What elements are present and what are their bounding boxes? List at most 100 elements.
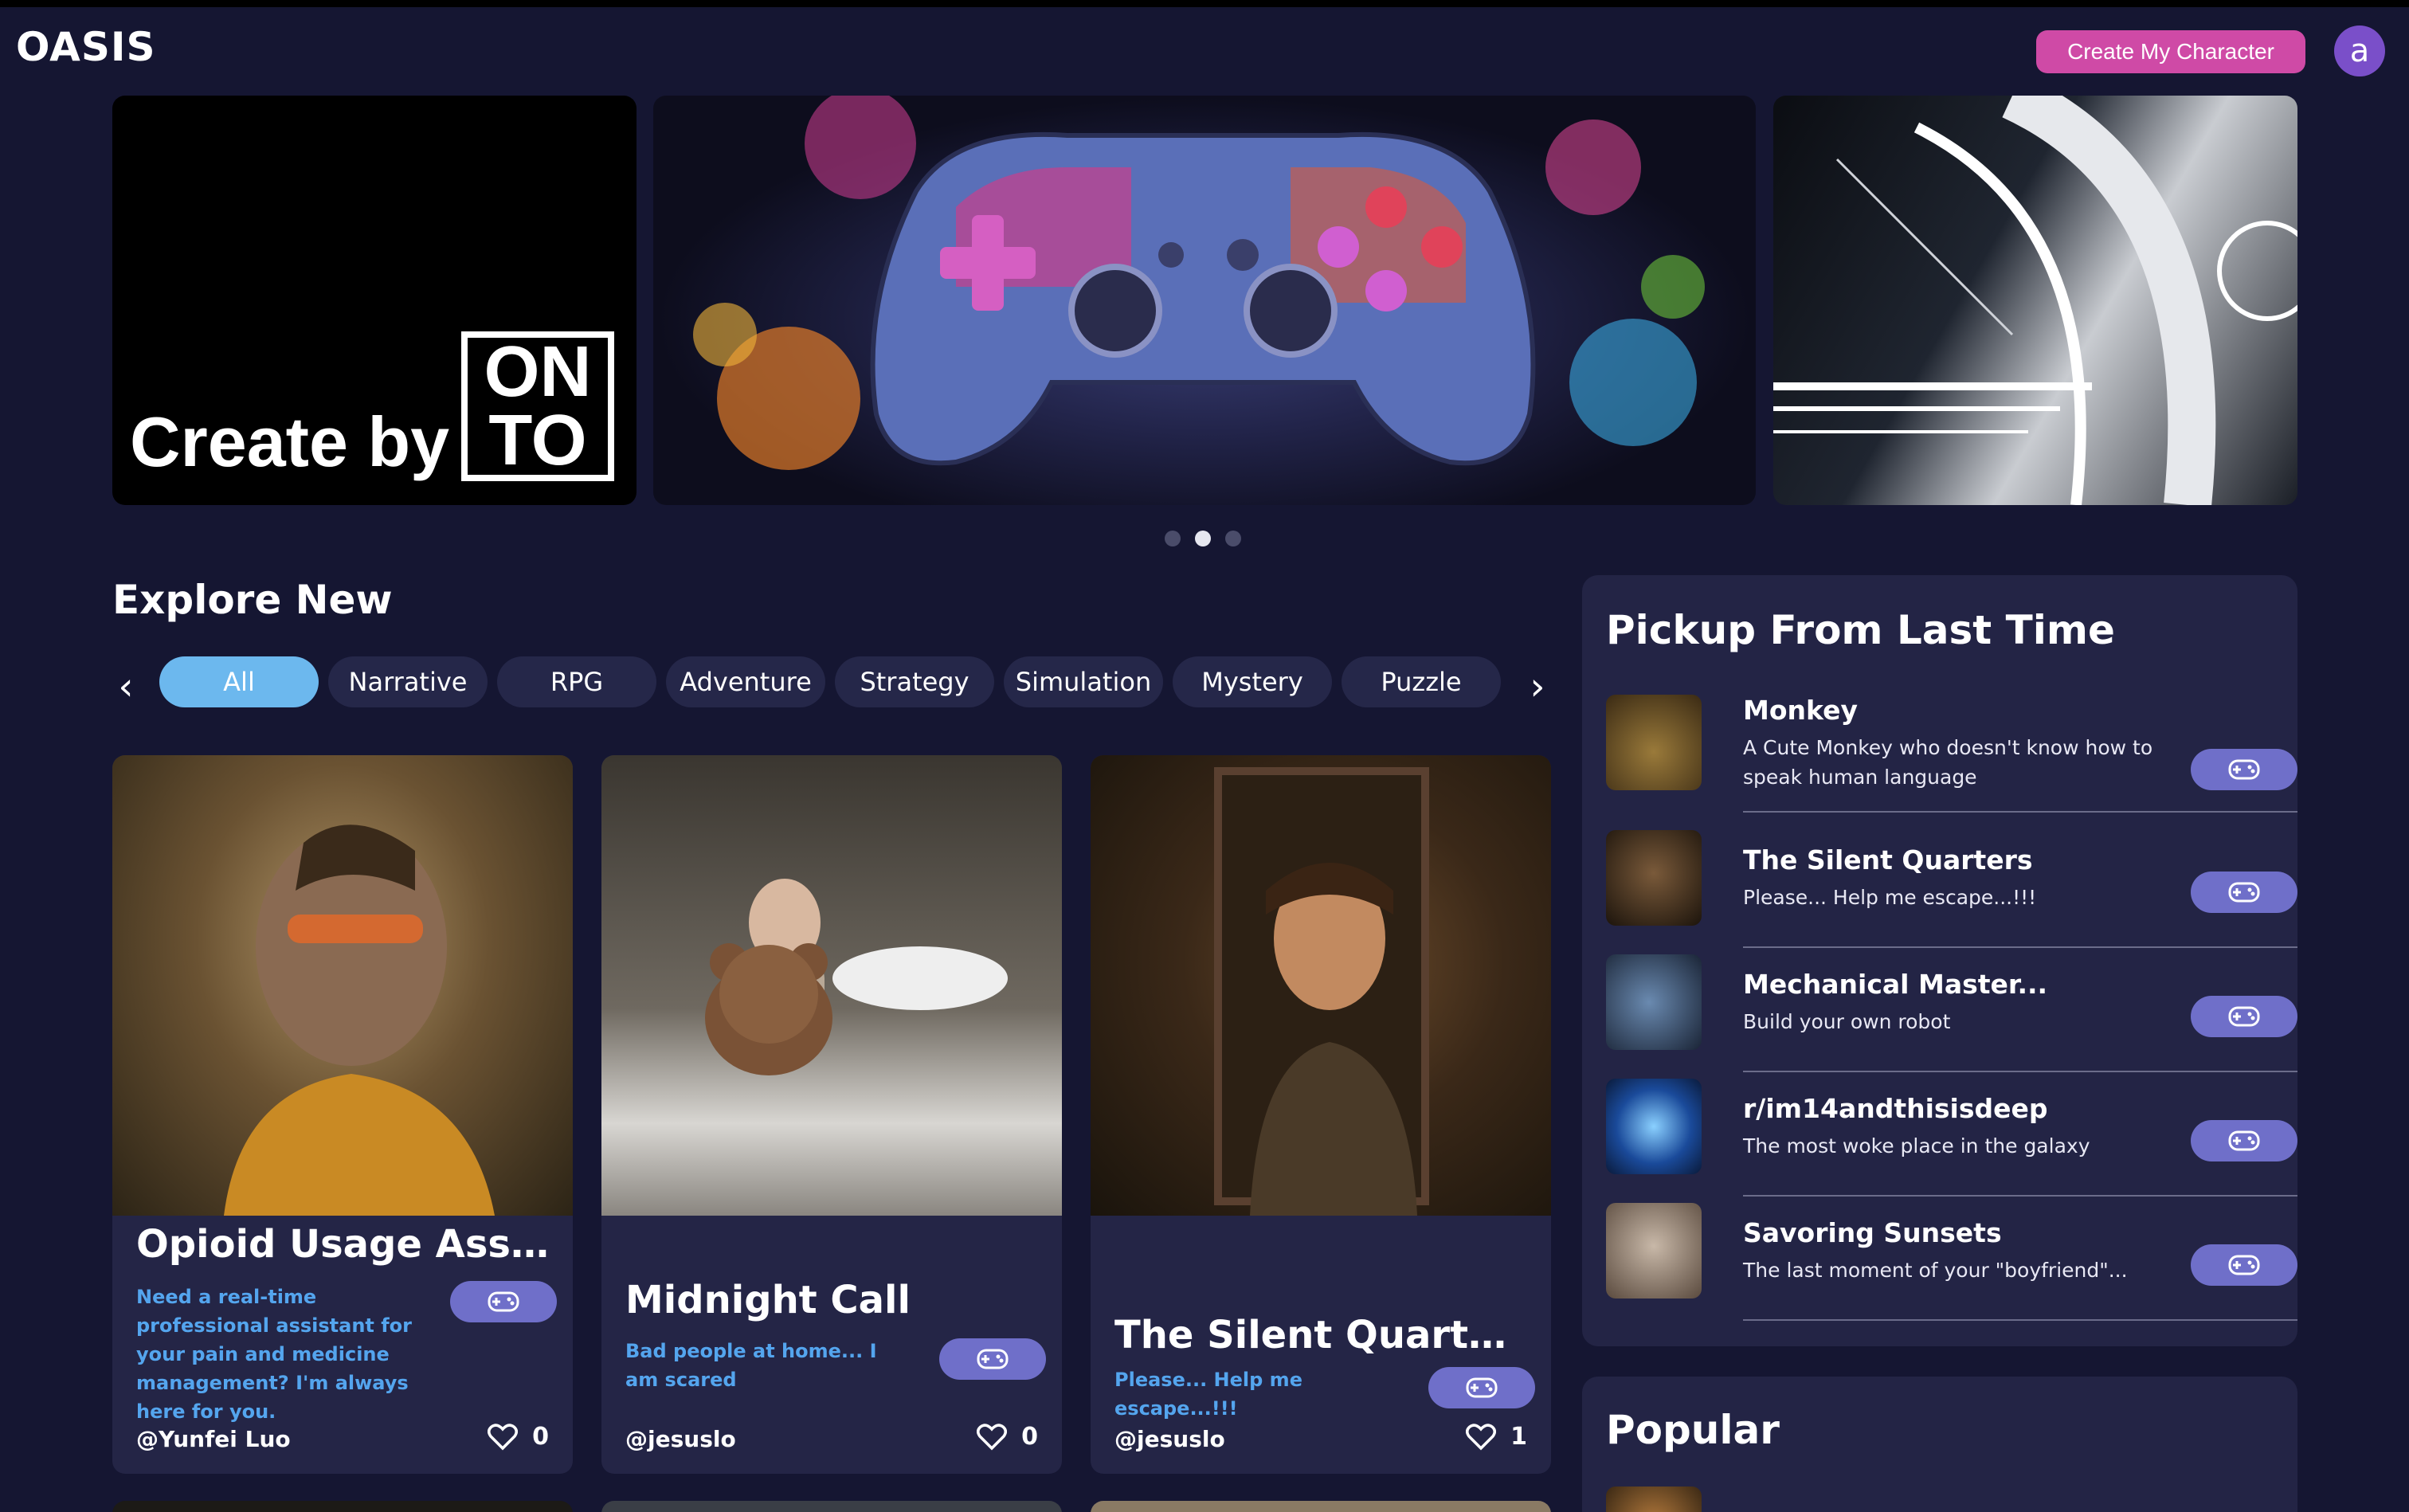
card-author[interactable]: @jesuslo bbox=[1114, 1426, 1225, 1452]
pickup-item-description: Build your own robot bbox=[1743, 1010, 1951, 1033]
divider bbox=[1743, 1195, 2297, 1197]
like-count: 0 bbox=[532, 1423, 549, 1451]
play-button[interactable] bbox=[2191, 749, 2297, 790]
pickup-item[interactable]: r/im14andthisisdeep The most woke place … bbox=[1606, 1079, 2297, 1197]
pickup-title: Pickup From Last Time bbox=[1606, 607, 2115, 653]
like-count: 0 bbox=[1021, 1423, 1038, 1451]
banner-game-controller[interactable] bbox=[653, 96, 1756, 505]
like-button[interactable]: 0 bbox=[488, 1423, 549, 1451]
pickup-item-description: A Cute Monkey who doesn't know how to sp… bbox=[1743, 736, 2153, 789]
top-border bbox=[0, 0, 2409, 7]
card-title: The Silent Quarters bbox=[1114, 1313, 1529, 1357]
gamepad-icon bbox=[977, 1349, 1009, 1369]
heart-icon bbox=[1466, 1423, 1497, 1450]
card-image bbox=[1091, 755, 1551, 1216]
game-card[interactable] bbox=[112, 1501, 573, 1512]
divider bbox=[1743, 946, 2297, 948]
pickup-item-description: The last moment of your "boyfriend"... bbox=[1743, 1259, 2128, 1282]
popular-thumbnail[interactable] bbox=[1606, 1487, 1702, 1512]
pickup-item-description: Please... Help me escape...!!! bbox=[1743, 886, 2037, 909]
pickup-thumbnail bbox=[1606, 1203, 1702, 1299]
create-character-button[interactable]: Create My Character bbox=[2036, 30, 2305, 73]
category-chips: All Narrative RPG Adventure Strategy Sim… bbox=[159, 656, 1501, 707]
heart-icon bbox=[488, 1423, 519, 1450]
play-button[interactable] bbox=[2191, 872, 2297, 913]
pickup-thumbnail bbox=[1606, 830, 1702, 926]
pickup-item[interactable]: Mechanical Master... Build your own robo… bbox=[1606, 954, 2297, 1072]
pickup-item-title: Savoring Sunsets bbox=[1743, 1217, 2002, 1248]
gamepad-icon bbox=[2228, 882, 2260, 903]
gamepad-icon bbox=[488, 1291, 519, 1312]
pickup-panel: Pickup From Last Time Monkey A Cute Monk… bbox=[1582, 575, 2297, 1346]
app-logo[interactable]: OASIS bbox=[16, 24, 155, 70]
play-button[interactable] bbox=[939, 1338, 1046, 1380]
divider bbox=[1743, 1319, 2297, 1321]
chip-narrative[interactable]: Narrative bbox=[328, 656, 488, 707]
chip-simulation[interactable]: Simulation bbox=[1004, 656, 1163, 707]
card-description: Bad people at home... I am scared bbox=[625, 1340, 877, 1391]
banner-create-by-onto[interactable]: Create by ON TO bbox=[112, 96, 637, 505]
pickup-item[interactable]: Monkey A Cute Monkey who doesn't know ho… bbox=[1606, 695, 2297, 813]
gamepad-icon bbox=[2228, 1130, 2260, 1151]
banner-abstract[interactable] bbox=[1773, 96, 2297, 505]
pickup-thumbnail bbox=[1606, 695, 1702, 790]
gamepad-icon bbox=[1466, 1377, 1498, 1398]
game-card[interactable]: The Silent Quarters Please... Help me es… bbox=[1091, 755, 1551, 1474]
gamepad-icon bbox=[2228, 759, 2260, 780]
like-button[interactable]: 0 bbox=[977, 1423, 1038, 1451]
carousel-dot[interactable] bbox=[1225, 531, 1241, 546]
onto-logo: ON TO bbox=[461, 331, 614, 481]
pickup-item-description: The most woke place in the galaxy bbox=[1743, 1134, 2090, 1158]
play-button[interactable] bbox=[2191, 996, 2297, 1037]
card-author[interactable]: @jesuslo bbox=[625, 1426, 736, 1452]
gamepad-icon bbox=[2228, 1255, 2260, 1275]
carousel-dot[interactable] bbox=[1165, 531, 1181, 546]
abstract-illustration bbox=[1773, 96, 2297, 505]
carousel-dots bbox=[1165, 531, 1241, 546]
play-button[interactable] bbox=[2191, 1244, 2297, 1286]
like-count: 1 bbox=[1510, 1423, 1527, 1451]
game-card[interactable] bbox=[1091, 1501, 1551, 1512]
pickup-item-title: The Silent Quarters bbox=[1743, 844, 2033, 875]
chip-all[interactable]: All bbox=[159, 656, 319, 707]
card-image bbox=[112, 755, 573, 1216]
gamepad-illustration bbox=[693, 96, 1705, 470]
card-description: Please... Help me escape...!!! bbox=[1114, 1369, 1302, 1420]
chip-mystery[interactable]: Mystery bbox=[1173, 656, 1332, 707]
card-title: Opioid Usage Assist... bbox=[136, 1222, 550, 1267]
heart-icon bbox=[977, 1423, 1008, 1450]
chip-rpg[interactable]: RPG bbox=[497, 656, 656, 707]
card-author[interactable]: @Yunfei Luo bbox=[136, 1426, 291, 1452]
chevron-right-icon[interactable]: › bbox=[1522, 664, 1553, 709]
chip-strategy[interactable]: Strategy bbox=[835, 656, 994, 707]
explore-title: Explore New bbox=[112, 577, 393, 623]
pickup-item[interactable]: Savoring Sunsets The last moment of your… bbox=[1606, 1203, 2297, 1321]
banner-text: Create by bbox=[130, 402, 450, 481]
play-button[interactable] bbox=[2191, 1120, 2297, 1161]
card-title: Midnight Call bbox=[625, 1278, 911, 1322]
gamepad-icon bbox=[2228, 1006, 2260, 1027]
divider bbox=[1743, 1071, 2297, 1072]
game-card[interactable]: Midnight Call Bad people at home... I am… bbox=[601, 755, 1062, 1474]
play-button[interactable] bbox=[1428, 1367, 1535, 1408]
pickup-item-title: Mechanical Master... bbox=[1743, 969, 2048, 1000]
chevron-left-icon[interactable]: ‹ bbox=[110, 664, 142, 709]
card-description: Need a real-time professional assistant … bbox=[136, 1286, 412, 1423]
like-button[interactable]: 1 bbox=[1466, 1423, 1527, 1451]
popular-panel: Popular bbox=[1582, 1377, 2297, 1512]
avatar[interactable]: a bbox=[2334, 25, 2385, 76]
pickup-thumbnail bbox=[1606, 954, 1702, 1050]
divider bbox=[1743, 811, 2297, 813]
play-button[interactable] bbox=[450, 1281, 557, 1322]
game-card[interactable] bbox=[601, 1501, 1062, 1512]
game-card[interactable]: Opioid Usage Assist... Need a real-time … bbox=[112, 755, 573, 1474]
pickup-item[interactable]: The Silent Quarters Please... Help me es… bbox=[1606, 830, 2297, 948]
popular-title: Popular bbox=[1606, 1407, 1780, 1453]
pickup-thumbnail bbox=[1606, 1079, 1702, 1174]
card-image bbox=[601, 755, 1062, 1216]
carousel-dot-active[interactable] bbox=[1195, 531, 1211, 546]
chip-adventure[interactable]: Adventure bbox=[666, 656, 825, 707]
chip-puzzle[interactable]: Puzzle bbox=[1342, 656, 1501, 707]
pickup-item-title: Monkey bbox=[1743, 695, 1858, 726]
pickup-item-title: r/im14andthisisdeep bbox=[1743, 1093, 2048, 1124]
